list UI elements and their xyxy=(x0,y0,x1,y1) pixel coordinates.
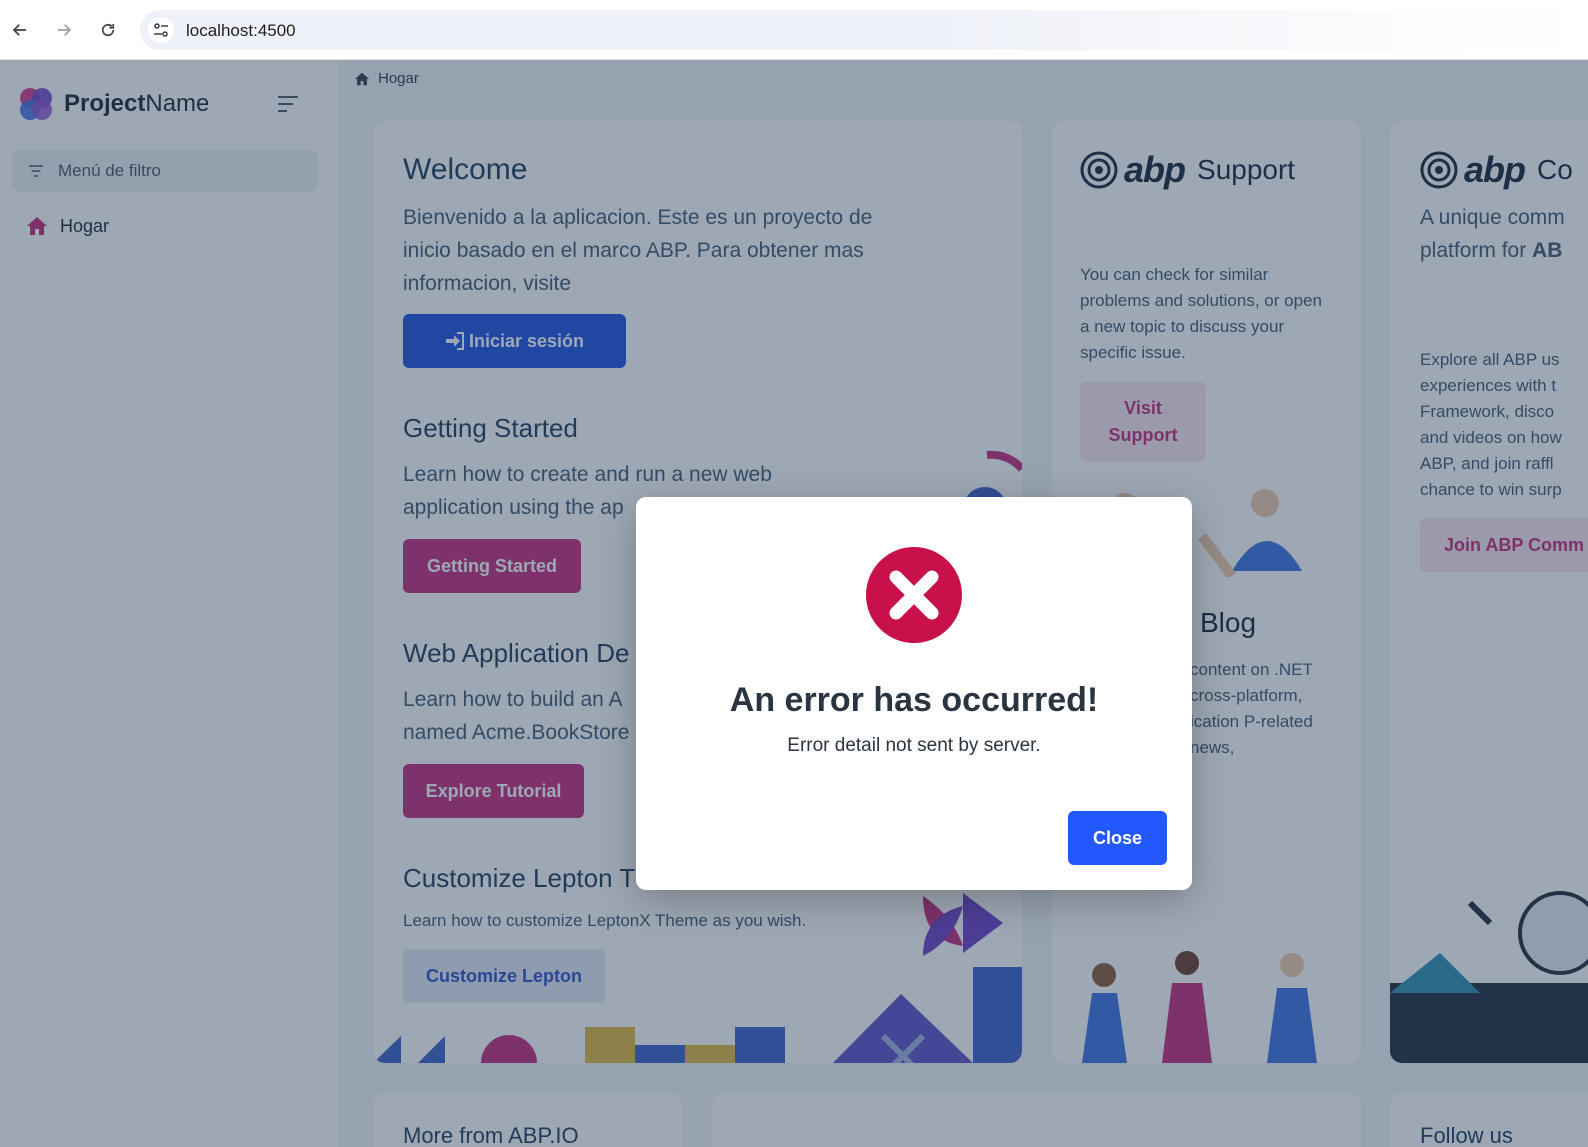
arrow-right-icon xyxy=(58,24,72,36)
back-button[interactable] xyxy=(6,16,34,44)
url-text[interactable]: localhost:4500 xyxy=(186,21,296,41)
close-button[interactable]: Close xyxy=(1068,811,1167,865)
reload-icon xyxy=(101,23,115,37)
dialog-message: Error detail not sent by server. xyxy=(787,735,1041,756)
dialog-title: An error has occurred! xyxy=(729,681,1099,719)
arrow-left-icon xyxy=(12,24,26,36)
error-x-icon xyxy=(866,547,962,643)
address-bar[interactable]: localhost:4500 xyxy=(140,10,1580,50)
forward-button[interactable] xyxy=(50,16,78,44)
error-dialog: An error has occurred! Error detail not … xyxy=(636,497,1192,890)
reload-button[interactable] xyxy=(94,16,122,44)
browser-toolbar: localhost:4500 xyxy=(0,0,1588,60)
site-settings-icon[interactable] xyxy=(148,17,174,43)
